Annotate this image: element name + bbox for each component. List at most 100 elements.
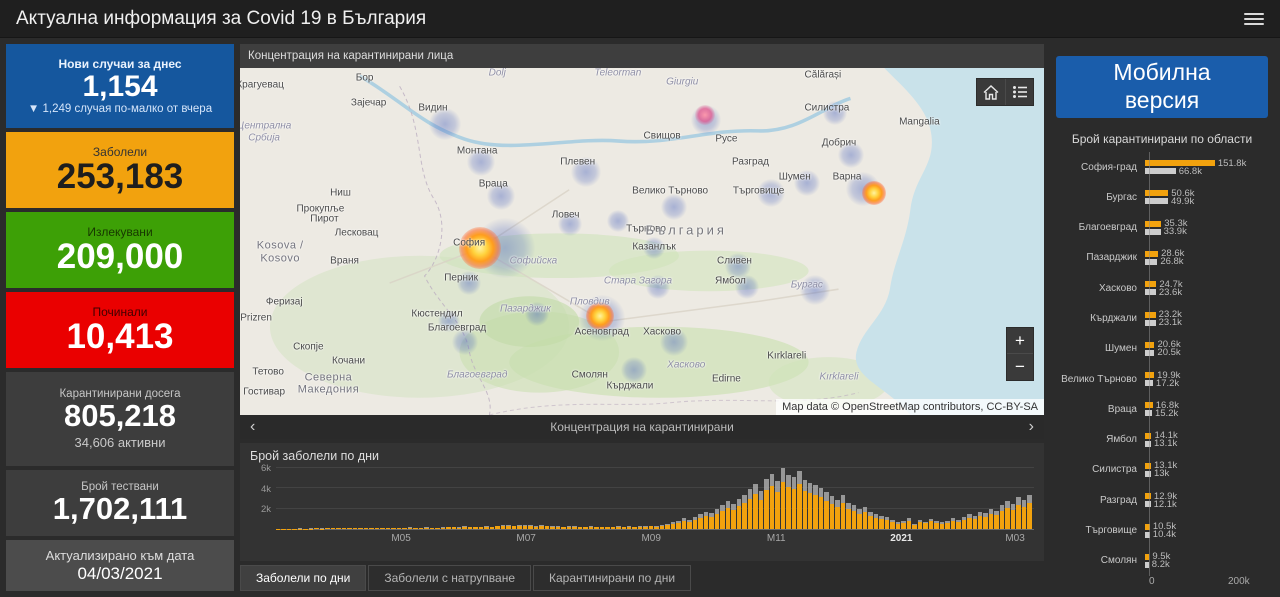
heatmap-blob [586,302,615,331]
timeline-bar [561,468,566,529]
tab-cases-cumulative[interactable]: Заболели с натрупване [368,565,531,591]
carousel-label: Концентрация на карантинирани [550,420,734,434]
timeline-bar [939,468,945,529]
region-bar [1145,220,1162,227]
map-label: Свищов [643,129,681,141]
region-label: Велико Търново [1061,373,1137,385]
home-icon[interactable] [977,79,1005,105]
heatmap-blob [475,218,536,279]
map-label: Хасково [667,358,706,370]
region-row: Враца 16.8k 15.2k [1052,400,1272,419]
region-bar [1145,250,1159,257]
timeline-bar [440,468,446,529]
heatmap-blob [557,212,582,237]
main-content: Концентрация на карантинирани лица Крагу… [240,44,1044,591]
zoom-in-button[interactable]: + [1007,328,1033,354]
map-label: Prizren [240,312,272,324]
tab-quarantined-by-day[interactable]: Карантинирани по дни [533,565,692,591]
timeline-bar [396,468,402,529]
zoom-out-button[interactable]: − [1007,354,1033,380]
timeline-bar [616,468,621,529]
region-value-label: 49.9k [1170,195,1195,207]
timeline-bar [594,468,599,529]
legend-icon[interactable] [1005,79,1033,105]
region-bars: 14.1k 13.1k [1143,430,1272,449]
timeline-bar [467,468,473,529]
menu-icon[interactable] [1244,10,1264,28]
timeline-bar [961,468,967,529]
heatmap-blob [570,157,601,188]
region-row: Кърджали 23.2k 23.1k [1052,309,1272,328]
heatmap-blob [793,169,820,196]
timeline-bar [292,468,297,529]
map-label: Враца [478,178,508,190]
stats-sidebar: Нови случаи за днес 1,154 ▼ 1,249 случая… [6,44,234,591]
region-bars: 24.7k 23.6k [1143,279,1272,298]
stat-label: Нови случаи за днес [58,57,182,72]
timeline-bar [978,468,983,529]
heatmap-blob [578,294,625,341]
map-label: Благоевград [446,369,508,381]
updated-date: 04/03/2021 [77,564,163,584]
tab-cases-by-day[interactable]: Заболели по дни [240,565,367,591]
heatmap-blob [487,182,516,211]
bottom-tabs: Заболели по дни Заболели с натрупване Ка… [240,565,1044,591]
map-label: Казанлък [632,240,676,252]
x-tick-label: М03 [1005,533,1025,544]
timeline-bar [577,468,583,529]
map-label: Шумен [778,171,811,183]
map-labels-layer: Крагуевац Бор Зајечар Видин Dolj Teleorman Giu… [240,68,1044,415]
stat-value: 253,183 [56,156,184,196]
timeline-bar [358,468,363,529]
region-bar [1145,319,1156,326]
timeline-bar [539,468,544,529]
regions-x-axis: 0 200k [1149,576,1272,591]
timeline-bar [533,468,539,529]
region-bar [1145,258,1158,265]
map-label: Софийска [509,254,558,266]
timeline-bar [325,468,330,529]
timeline-bar [714,468,720,529]
timeline-bar [435,468,440,529]
timeline-bar [895,468,901,529]
timeline-bar [879,468,884,529]
timeline-bar [297,468,303,529]
stat-card-new-cases: Нови случаи за днес 1,154 ▼ 1,249 случая… [6,44,234,128]
timeline-bar [495,468,500,529]
map-label: Северна Македония [297,371,360,396]
region-row: Силистра 13.1k 13k [1052,460,1272,479]
map-label: Търново [626,223,666,235]
region-bar [1145,462,1152,469]
map-label: България [645,222,727,238]
map-canvas[interactable]: Крагуевац Бор Зајечар Видин Dolj Teleorman Giu… [240,68,1044,415]
x-tick-label: М07 [516,533,536,544]
mobile-version-button[interactable]: Мобилна версия [1056,56,1268,118]
map-label: Пирот [310,213,339,225]
timeline-bar [818,468,824,529]
region-row: София-град 151.8k 66.8k [1052,158,1272,177]
timeline-bar [446,468,451,529]
regions-bar-chart[interactable]: София-град 151.8k 66.8k Бургас 50.6k 49.9k Бла… [1052,152,1272,576]
map-label: Търговище [732,185,785,197]
region-bars: 12.9k 12.1k [1143,491,1272,510]
basemap [240,68,1044,415]
timeline-panel: Брой заболели по дни 6k 4k 2k М05 М07 М09 М11… [240,443,1044,561]
y-tick-label: 4k [260,483,271,495]
region-row: Велико Търново 19.9k 17.2k [1052,370,1272,389]
map-label: Перник [444,272,478,284]
heatmap-blob [734,274,759,299]
timeline-plot[interactable] [276,467,1034,530]
timeline-x-axis: М05 М07 М09 М11 2021 М03 [276,530,1034,546]
region-bars: 23.2k 23.1k [1143,309,1272,328]
timeline-bar [742,468,747,529]
timeline-bar [330,468,336,529]
region-value-label: 26.8k [1160,256,1184,268]
timeline-bar [698,468,703,529]
stat-label: Актуализирано към дата [45,548,195,564]
heatmap-blob [643,237,666,260]
carousel-next-icon[interactable]: › [1029,419,1034,435]
stat-value: 1,154 [82,70,158,104]
map-label: Teleorman [594,68,642,79]
timeline-bar [308,468,314,529]
region-row: Благоевград 35.3k 33.9k [1052,218,1272,237]
